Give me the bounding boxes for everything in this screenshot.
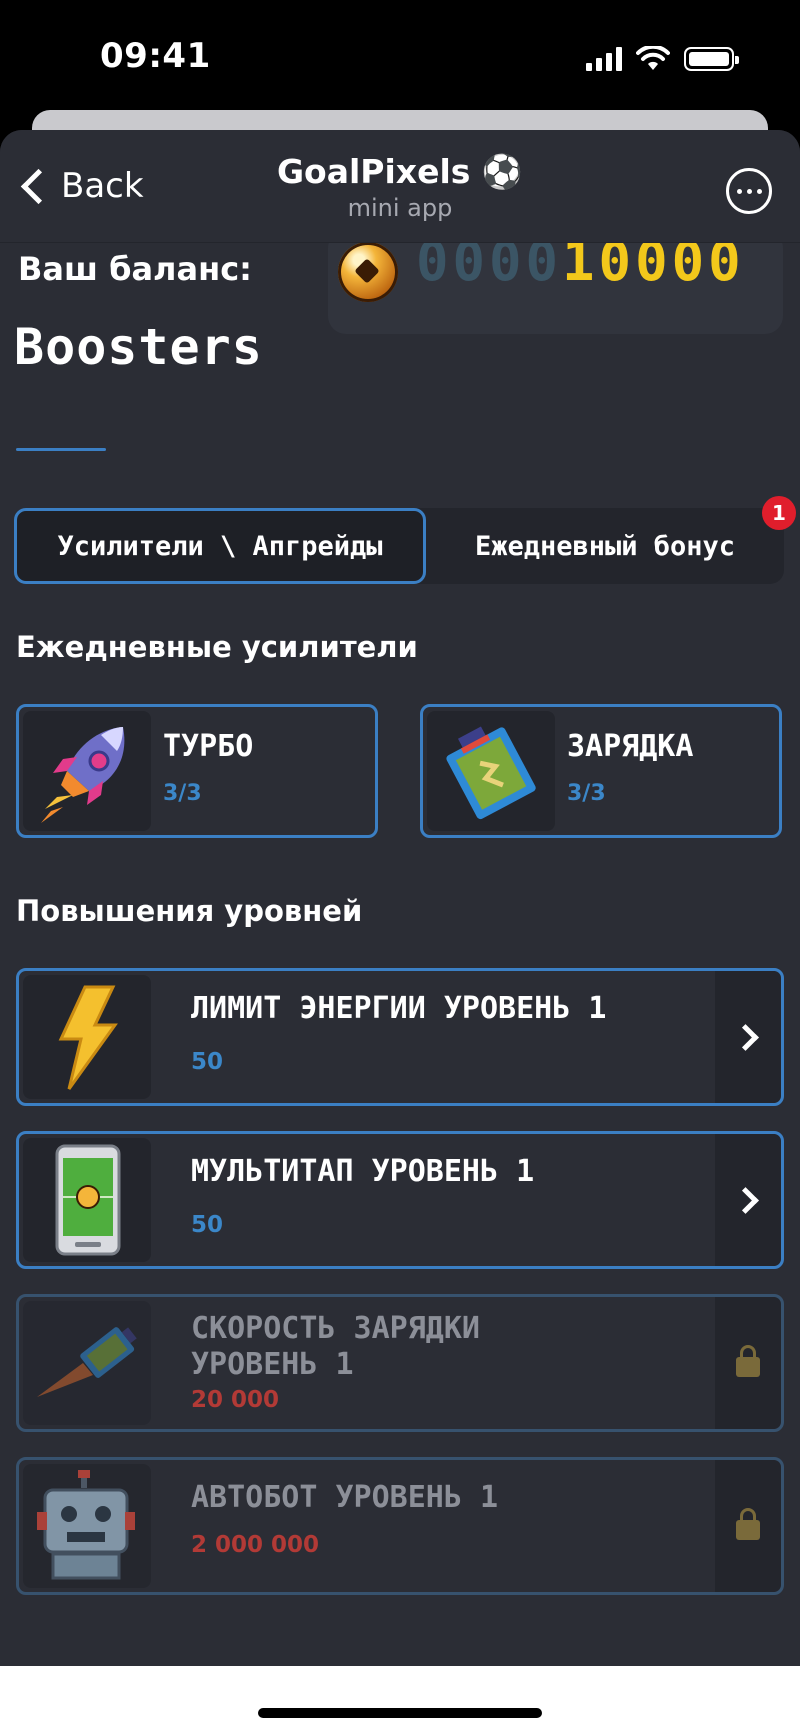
flying-battery-icon [23,1301,151,1425]
upgrade-action [715,1460,781,1592]
upgrade-name: СКОРОСТЬ ЗАРЯДКИ УРОВЕНЬ 1 [191,1311,480,1382]
mini-app-sheet: Back GoalPixels ⚽ mini app Ваш баланс: 0… [0,130,800,1666]
cellular-signal-icon [586,47,622,71]
booster-name: ЗАРЯДКА [567,729,694,764]
tab-bar: Усилители \ Апгрейды Ежедневный бонус 1 [14,496,796,584]
status-time: 09:41 [100,36,211,76]
upgrade-name: МУЛЬТИТАП УРОВЕНЬ 1 [191,1154,535,1189]
upgrade-action [715,1297,781,1429]
phone-icon [23,1138,151,1262]
upgrade-autobot[interactable]: АВТОБОТ УРОВЕНЬ 1 2 000 000 [16,1457,784,1595]
tab-daily-bonus[interactable]: Ежедневный бонус 1 [426,496,796,584]
daily-booster-turbo[interactable]: ТУРБО 3/3 [16,704,378,838]
battery-icon [427,711,555,831]
rocket-icon [23,711,151,831]
app-subtitle: mini app [347,194,453,222]
soccer-ball-icon [338,242,398,302]
upgrade-energy-limit[interactable]: ЛИМИТ ЭНЕРГИИ УРОВЕНЬ 1 50 [16,968,784,1106]
upgrade-price: 50 [191,1212,224,1238]
chevron-right-icon [731,1186,759,1214]
balance-display: 000010000 [328,230,783,334]
upgrade-price: 50 [191,1049,224,1075]
home-indicator-area [0,1666,800,1734]
lock-icon [736,1345,760,1377]
upgrade-name: АВТОБОТ УРОВЕНЬ 1 [191,1480,499,1515]
title-underline [16,448,106,451]
chevron-right-icon [731,1023,759,1051]
lock-icon [736,1508,760,1540]
upgrade-action [715,971,781,1103]
status-bar: 09:41 [0,0,800,110]
upgrade-multitap[interactable]: МУЛЬТИТАП УРОВЕНЬ 1 50 [16,1131,784,1269]
upgrade-name: ЛИМИТ ЭНЕРГИИ УРОВЕНЬ 1 [191,991,607,1026]
booster-count: 3/3 [163,781,202,806]
app-title: GoalPixels ⚽ [276,152,524,191]
more-dot [746,188,752,194]
upgrade-charge-speed[interactable]: СКОРОСТЬ ЗАРЯДКИ УРОВЕНЬ 1 20 000 [16,1294,784,1432]
daily-boosters-heading: Ежедневные усилители [16,630,418,664]
robot-icon [23,1464,151,1588]
tab-daily-bonus-label: Ежедневный бонус [474,530,736,562]
booster-name: ТУРБО [163,729,254,764]
upgrade-price: 20 000 [191,1387,280,1413]
more-options-button[interactable] [726,168,772,214]
wifi-icon [636,46,670,70]
status-icons [586,44,739,74]
lightning-icon [23,975,151,1099]
upgrade-price: 2 000 000 [191,1532,320,1558]
upgrades-heading: Повышения уровней [16,894,363,928]
upgrade-action [715,1134,781,1266]
notification-badge: 1 [762,496,796,530]
balance-label: Ваш баланс: [18,250,252,288]
daily-booster-charge[interactable]: ЗАРЯДКА 3/3 [420,704,782,838]
booster-count: 3/3 [567,781,606,806]
nav-header: Back GoalPixels ⚽ mini app [0,130,800,243]
more-dot [756,188,762,194]
page-title: Boosters [14,318,263,376]
battery-icon [684,47,739,71]
tab-boosters-upgrades[interactable]: Усилители \ Апгрейды [14,508,426,584]
home-indicator[interactable] [258,1708,542,1718]
more-dot [736,188,742,194]
